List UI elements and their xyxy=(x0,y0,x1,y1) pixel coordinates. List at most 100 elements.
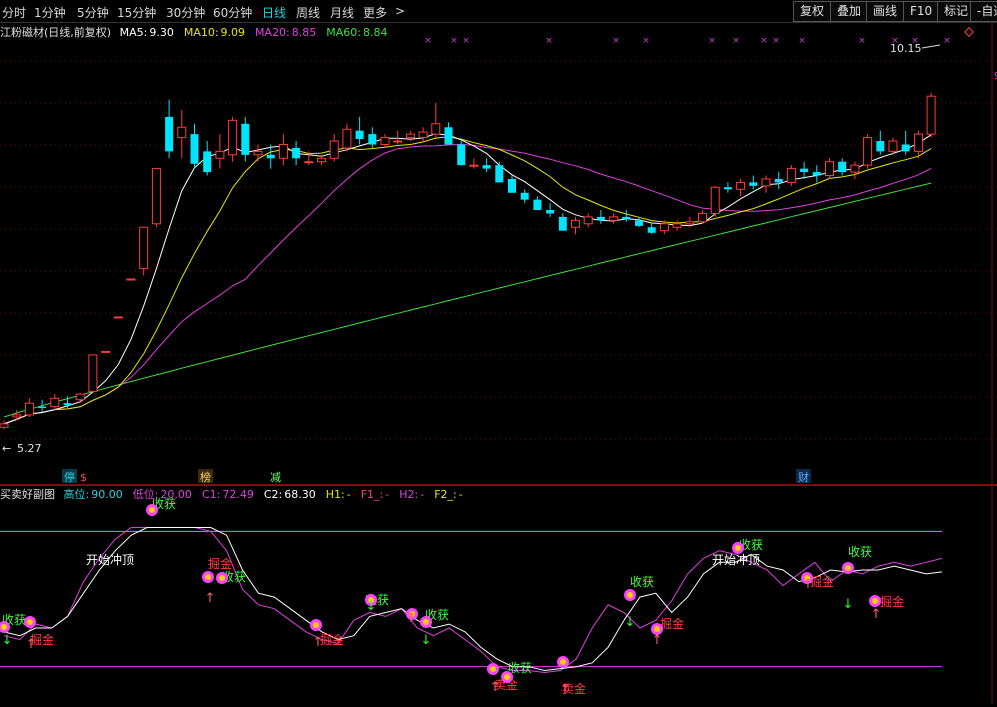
candle-body[interactable] xyxy=(698,212,707,223)
timeframe-tab-2[interactable]: 5分钟 xyxy=(77,4,109,21)
candle-body[interactable] xyxy=(418,131,428,139)
candle-body[interactable] xyxy=(749,182,758,186)
param-value: 72.49 xyxy=(222,488,254,501)
candle-body[interactable] xyxy=(215,150,225,159)
candle-body[interactable] xyxy=(63,403,72,406)
timeframe-tab-3[interactable]: 15分钟 xyxy=(117,4,156,21)
candle-body[interactable] xyxy=(786,168,796,183)
candle-body[interactable] xyxy=(558,216,567,231)
event-marker[interactable]: 停 xyxy=(62,469,77,484)
candle-body[interactable] xyxy=(393,140,403,143)
candle-body[interactable] xyxy=(113,316,123,319)
candle-body[interactable] xyxy=(863,137,873,166)
param-label: F2_: xyxy=(434,488,457,501)
candle-body[interactable] xyxy=(228,119,238,156)
candle-body[interactable] xyxy=(101,350,111,353)
candle-body[interactable] xyxy=(520,192,529,200)
timeframe-tab-1[interactable]: 1分钟 xyxy=(34,4,66,21)
timeframe-tab-6[interactable]: 日线 xyxy=(262,4,286,21)
toolbar-button-1[interactable]: 叠加 xyxy=(830,1,869,22)
candle-body[interactable] xyxy=(266,154,275,159)
candle-body[interactable] xyxy=(812,172,821,176)
candle-body[interactable] xyxy=(50,397,60,408)
indicator-panel[interactable]: 开始冲顶 开始冲顶 收获 收获 收获 收获 收获 收获 收获 收获 收获 掘金 掘金 掘金 掘金 掘金 掘金 卖金… xyxy=(0,486,997,703)
candle-body[interactable] xyxy=(546,210,555,214)
candle-body[interactable] xyxy=(38,406,47,408)
candle-body[interactable] xyxy=(444,127,453,145)
candle-body[interactable] xyxy=(825,161,834,177)
candle-body[interactable] xyxy=(292,147,301,159)
candle-body[interactable] xyxy=(380,137,390,145)
event-marker[interactable]: $ xyxy=(80,471,87,484)
timeframe-tab-7[interactable]: 周线 xyxy=(296,4,320,21)
candle-body[interactable] xyxy=(533,199,542,211)
ma20-line xyxy=(3,143,932,425)
candle-body[interactable] xyxy=(368,134,377,145)
candle-body[interactable] xyxy=(139,226,149,270)
candle-body[interactable] xyxy=(710,186,720,214)
candle-body[interactable] xyxy=(685,221,695,225)
candle-body[interactable] xyxy=(88,354,98,392)
candle-body[interactable] xyxy=(495,165,504,183)
candle-body[interactable] xyxy=(850,164,860,173)
toolbar-button-2[interactable]: 画线 xyxy=(866,1,905,22)
timeframe-tab-0[interactable]: 分时 xyxy=(2,4,26,21)
candle-body[interactable] xyxy=(508,178,516,193)
candle-body[interactable] xyxy=(736,181,746,190)
event-marker[interactable]: 榜 xyxy=(198,469,213,484)
timeframe-tab-8[interactable]: 月线 xyxy=(330,4,354,21)
candle-body[interactable] xyxy=(596,216,605,221)
candle-body[interactable] xyxy=(761,178,771,187)
event-marker[interactable]: 财 xyxy=(796,469,811,484)
candle-body[interactable] xyxy=(659,223,669,232)
candle-body[interactable] xyxy=(241,123,250,155)
candle-body[interactable] xyxy=(12,414,22,418)
candle-body[interactable] xyxy=(355,130,364,139)
timeframe-tab-4[interactable]: 30分钟 xyxy=(166,4,205,21)
candle-body[interactable] xyxy=(457,144,466,166)
candle-body[interactable] xyxy=(278,143,288,159)
candle-body[interactable] xyxy=(723,187,732,190)
candle-body[interactable] xyxy=(203,151,212,173)
candle-body[interactable] xyxy=(304,161,314,164)
candle-body[interactable] xyxy=(482,165,491,169)
candle-body[interactable] xyxy=(609,216,619,221)
more-chevron-icon[interactable]: > xyxy=(395,4,405,18)
toolbar-button-0[interactable]: 复权 xyxy=(793,1,832,22)
candle-body[interactable] xyxy=(126,278,136,281)
candle-body[interactable] xyxy=(888,140,898,152)
candle-body[interactable] xyxy=(926,95,936,135)
candle-body[interactable] xyxy=(190,134,199,164)
candle-body[interactable] xyxy=(901,144,910,152)
candle-body[interactable] xyxy=(329,140,339,159)
candle-body[interactable] xyxy=(253,150,263,156)
candlestick-panel[interactable]: ×××××××××××××××10.15←5.279停$榜减财 江粉磁材(日线,… xyxy=(0,23,997,485)
candle-body[interactable] xyxy=(177,126,187,139)
candle-body[interactable] xyxy=(75,393,85,401)
toolbar-button-3[interactable]: F10 xyxy=(903,1,940,22)
candle-body[interactable] xyxy=(800,168,809,173)
candle-body[interactable] xyxy=(647,227,656,233)
candle-body[interactable] xyxy=(151,168,161,225)
event-marker[interactable]: 减 xyxy=(270,471,281,484)
candle-body[interactable] xyxy=(469,164,479,167)
candle-body[interactable] xyxy=(635,220,643,226)
candle-body[interactable] xyxy=(583,216,593,225)
timeframe-tab-5[interactable]: 60分钟 xyxy=(213,4,252,21)
candle-body[interactable] xyxy=(165,116,174,152)
candle-body[interactable] xyxy=(622,216,631,219)
candle-body[interactable] xyxy=(876,141,885,152)
candle-body[interactable] xyxy=(431,123,441,135)
timeframe-tab-9[interactable]: 更多 xyxy=(363,4,387,21)
candle-body[interactable] xyxy=(342,128,352,149)
candle-body[interactable] xyxy=(317,157,326,163)
candle-body[interactable] xyxy=(672,223,682,228)
candle-body[interactable] xyxy=(24,402,34,416)
candle-body[interactable] xyxy=(571,219,580,228)
candle-body[interactable] xyxy=(774,178,783,183)
toolbar-button-5[interactable]: -自选 xyxy=(970,1,997,22)
candle-body[interactable] xyxy=(0,423,9,428)
candle-body[interactable] xyxy=(838,161,847,173)
candle-body[interactable] xyxy=(405,133,415,139)
candle-body[interactable] xyxy=(913,133,923,152)
